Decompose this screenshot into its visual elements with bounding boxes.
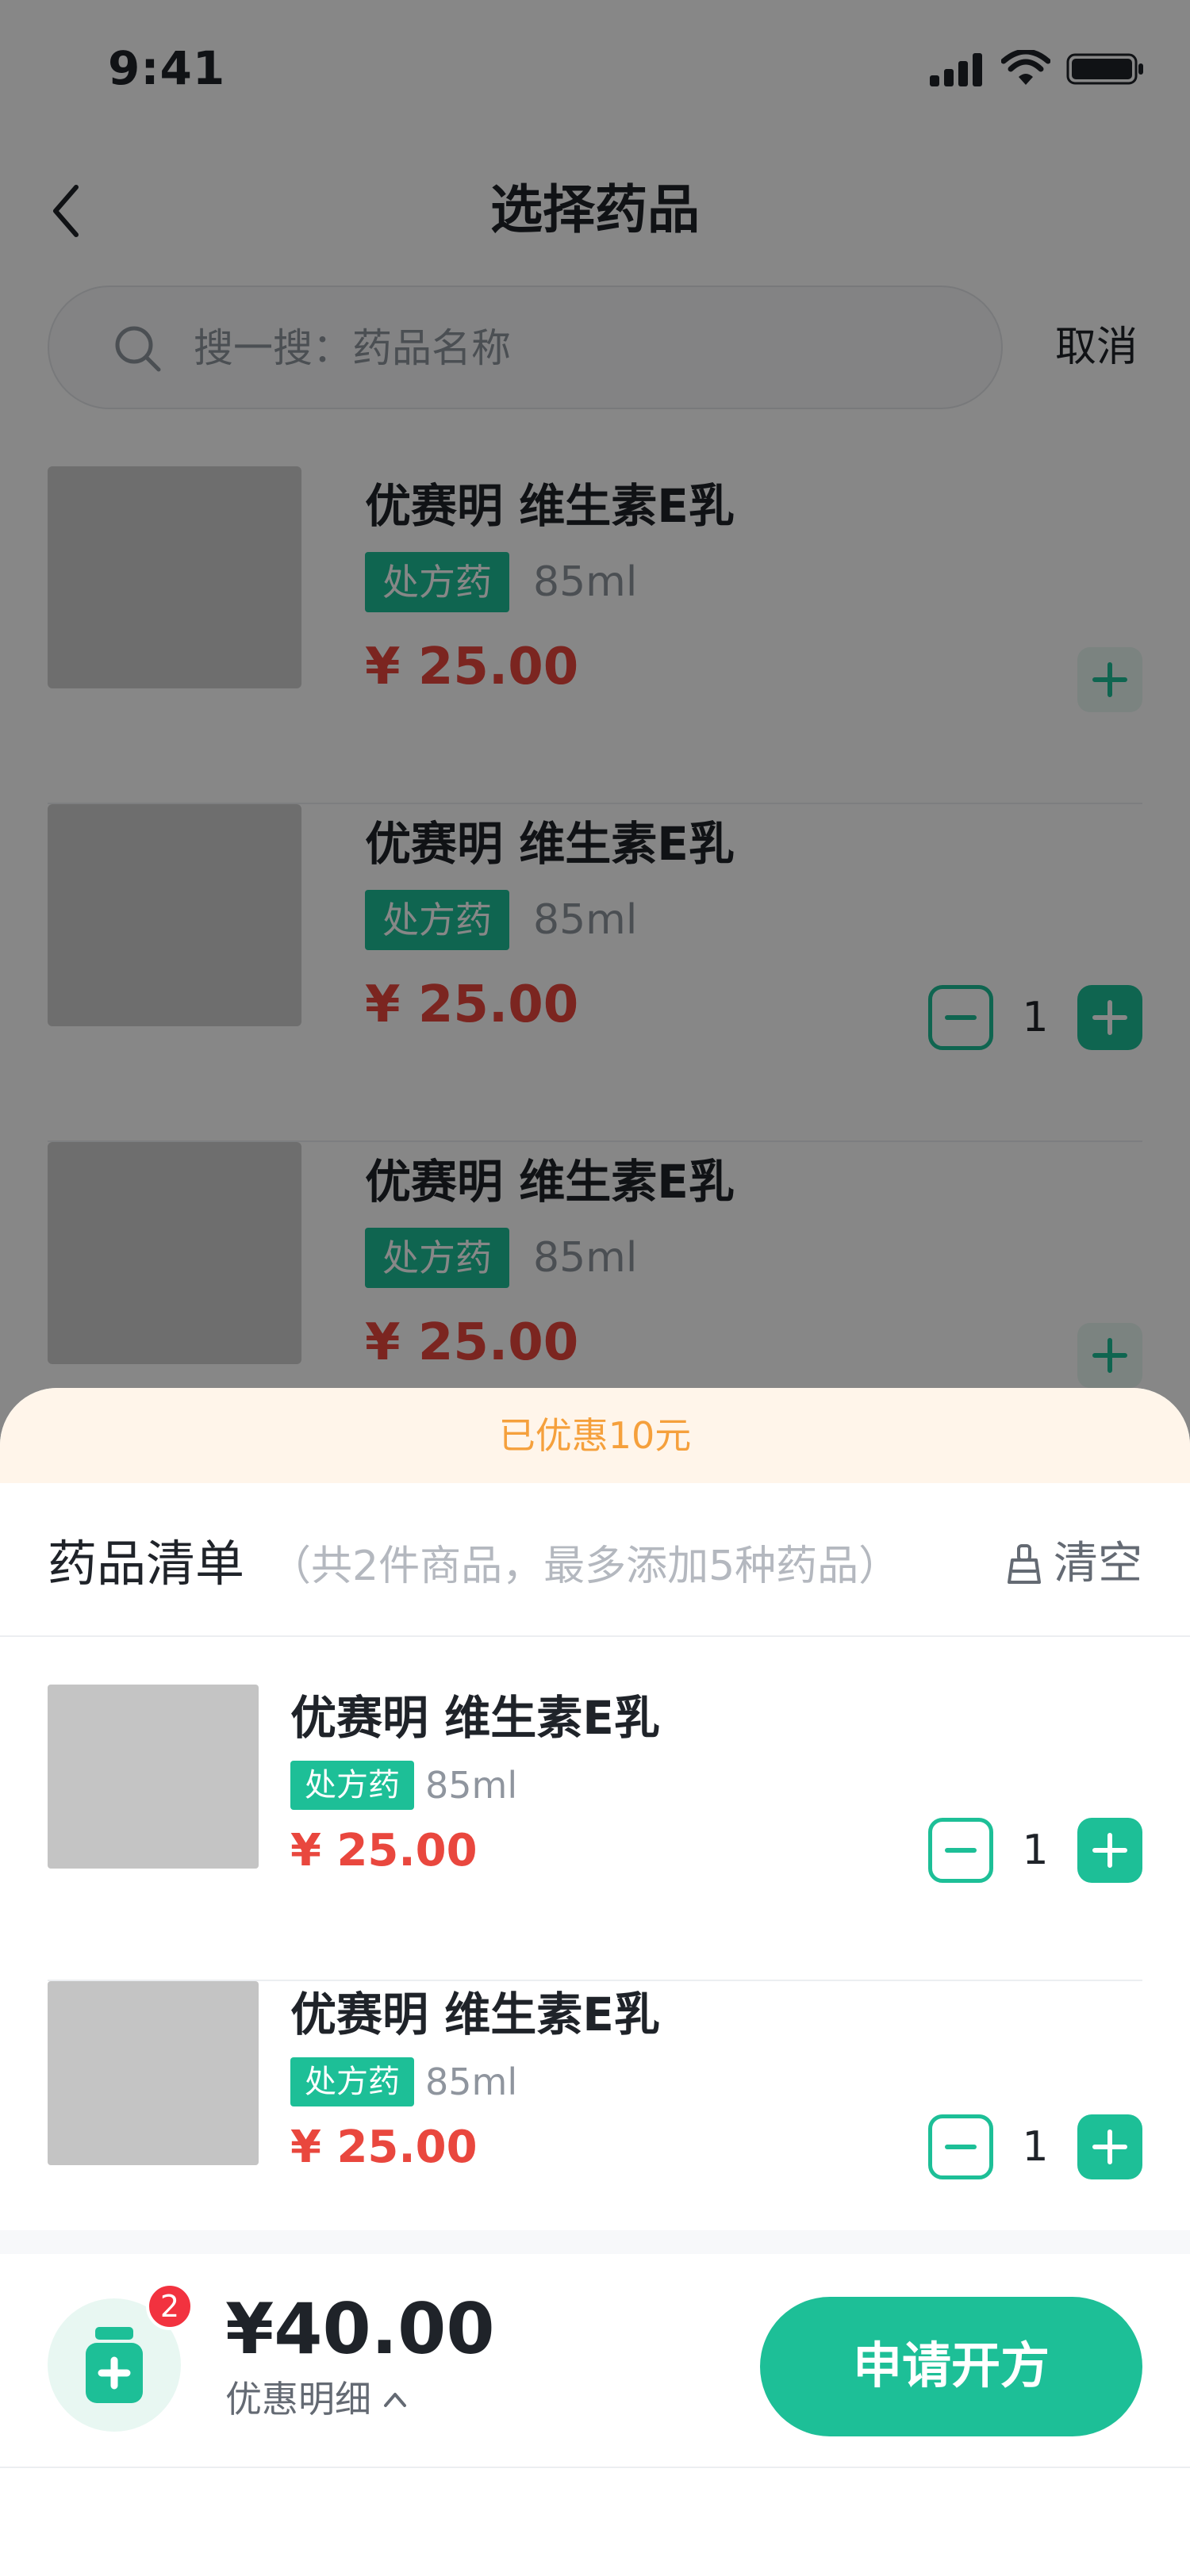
clear-button[interactable]: 清空 <box>1004 1534 1142 1594</box>
increase-button[interactable] <box>1077 1818 1142 1883</box>
product-image <box>48 1685 259 1869</box>
product-price: ¥ 25.00 <box>290 1825 478 1876</box>
chevron-up-icon <box>384 2393 406 2407</box>
medicine-bottle-icon <box>86 2327 143 2403</box>
product-spec: 85ml <box>425 2060 518 2103</box>
increase-button[interactable] <box>1077 2114 1142 2179</box>
discount-text: 已优惠10元 <box>498 1414 692 1457</box>
total-price: ¥40.00 <box>225 2288 495 2370</box>
discount-detail-label: 优惠明细 <box>225 2378 371 2421</box>
section-gap <box>0 2230 1190 2254</box>
product-name: 优赛明 维生素E乳 <box>290 1988 660 2041</box>
plus-icon <box>1092 1833 1127 1868</box>
product-spec: 85ml <box>425 1764 518 1807</box>
list-title: 药品清单 <box>48 1535 245 1593</box>
minus-icon <box>945 1848 977 1853</box>
minus-icon <box>945 2145 977 2149</box>
quantity-value: 1 <box>1022 1827 1049 1874</box>
clear-label: 清空 <box>1054 1538 1142 1589</box>
quantity-value: 1 <box>1022 2123 1049 2171</box>
decrease-button[interactable] <box>928 1818 993 1883</box>
medicine-list-sheet: 已优惠10元 药品清单 （共2件商品，最多添加5种药品） 清空 优赛明 维生素E… <box>0 1388 1190 2576</box>
prescription-tag: 处方药 <box>290 1761 414 1810</box>
cart-item: 优赛明 维生素E乳 处方药 85ml ¥ 25.00 1 <box>0 1685 1190 1981</box>
decrease-button[interactable] <box>928 2114 993 2179</box>
apply-prescription-button[interactable]: 申请开方 <box>760 2297 1142 2436</box>
quantity-stepper: 1 <box>928 2114 1142 2179</box>
discount-banner: 已优惠10元 <box>0 1388 1190 1483</box>
checkout-bar: 2 ¥40.00 优惠明细 申请开方 <box>0 2254 1190 2468</box>
list-header: 药品清单 （共2件商品，最多添加5种药品） 清空 <box>0 1483 1190 1637</box>
prescription-tag: 处方药 <box>290 2057 414 2106</box>
product-name: 优赛明 维生素E乳 <box>290 1691 660 1745</box>
discount-detail-link[interactable]: 优惠明细 <box>225 2373 408 2425</box>
quantity-stepper: 1 <box>928 1818 1142 1883</box>
list-note: （共2件商品，最多添加5种药品） <box>270 1543 900 1590</box>
product-image <box>48 1981 259 2165</box>
product-price: ¥ 25.00 <box>290 2122 478 2173</box>
broom-icon <box>1008 1544 1041 1584</box>
plus-icon <box>1092 2129 1127 2164</box>
cart-count-badge: 2 <box>146 2283 194 2330</box>
